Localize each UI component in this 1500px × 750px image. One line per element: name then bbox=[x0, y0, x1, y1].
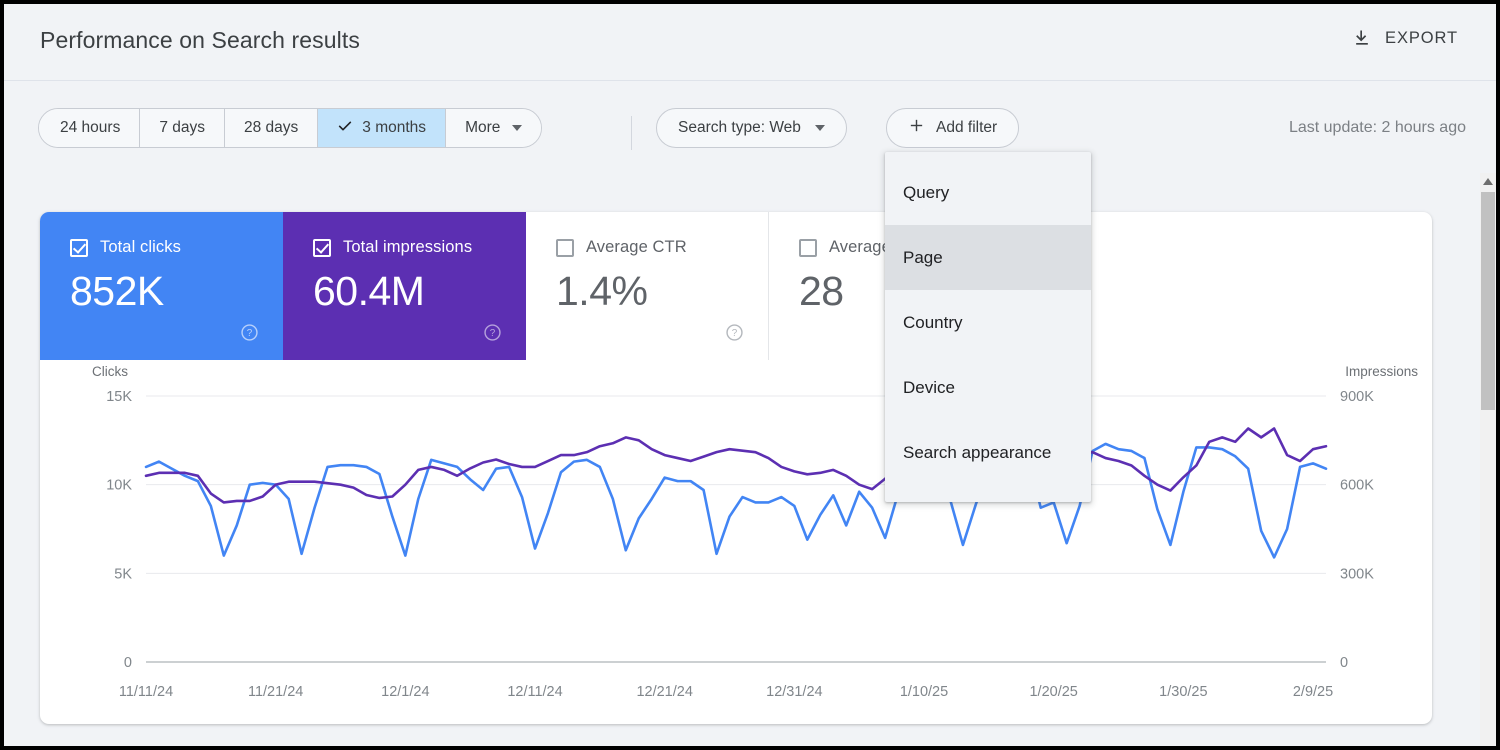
menu-item-label: Device bbox=[903, 378, 955, 398]
chart-svg: 0 0 5K 300K 10K 600K 15K 900K Clicks Impressions 1… bbox=[40, 360, 1432, 724]
scrollbar-thumb[interactable] bbox=[1481, 192, 1495, 410]
metric-card-total-impressions[interactable]: Total impressions 60.4M ? bbox=[283, 212, 526, 360]
chart-series-layer bbox=[146, 429, 1326, 558]
chevron-down-icon bbox=[815, 125, 825, 131]
svg-text:1/20/25: 1/20/25 bbox=[1029, 684, 1077, 700]
svg-text:600K: 600K bbox=[1340, 478, 1374, 494]
date-chip-label: 7 days bbox=[159, 119, 205, 137]
svg-text:10K: 10K bbox=[106, 478, 132, 494]
menu-item-label: Query bbox=[903, 183, 949, 203]
metric-card-total-clicks[interactable]: Total clicks 852K ? bbox=[40, 212, 283, 360]
performance-chart[interactable]: 0 0 5K 300K 10K 600K 15K 900K Clicks Impressions 1… bbox=[40, 360, 1432, 724]
export-label: EXPORT bbox=[1385, 29, 1458, 48]
help-icon[interactable]: ? bbox=[483, 323, 502, 342]
metric-checkbox-total-clicks[interactable] bbox=[70, 239, 88, 257]
date-chip-label: More bbox=[465, 119, 500, 137]
svg-text:11/11/24: 11/11/24 bbox=[119, 684, 173, 700]
svg-text:Impressions: Impressions bbox=[1345, 364, 1418, 379]
vertical-scrollbar[interactable] bbox=[1480, 173, 1496, 746]
menu-item-search-appearance[interactable]: Search appearance bbox=[885, 420, 1091, 485]
metric-label: Total clicks bbox=[100, 238, 181, 257]
last-update-text: Last update: 2 hours ago bbox=[1289, 119, 1466, 137]
metric-cards: Total clicks 852K ? Total impressions 60… bbox=[40, 212, 1432, 360]
help-icon[interactable]: ? bbox=[240, 323, 259, 342]
svg-text:15K: 15K bbox=[106, 389, 132, 405]
search-type-button[interactable]: Search type: Web bbox=[656, 108, 847, 148]
svg-text:12/21/24: 12/21/24 bbox=[636, 684, 692, 700]
svg-text:1/30/25: 1/30/25 bbox=[1159, 684, 1207, 700]
svg-text:Clicks: Clicks bbox=[92, 364, 128, 379]
date-chip-label: 3 months bbox=[362, 119, 426, 137]
app-frame: Performance on Search results EXPORT 24 … bbox=[4, 4, 1496, 746]
plus-icon bbox=[908, 117, 925, 139]
svg-text:?: ? bbox=[490, 328, 496, 339]
svg-text:?: ? bbox=[247, 328, 253, 339]
metric-checkbox-total-impressions[interactable] bbox=[313, 239, 331, 257]
date-chip-more[interactable]: More bbox=[446, 109, 541, 147]
add-filter-button[interactable]: Add filter bbox=[886, 108, 1019, 148]
chart-gridlines bbox=[146, 396, 1326, 662]
svg-text:12/1/24: 12/1/24 bbox=[381, 684, 429, 700]
metric-value: 60.4M bbox=[313, 270, 526, 313]
export-button[interactable]: EXPORT bbox=[1344, 23, 1466, 53]
scroll-up-arrow-icon[interactable] bbox=[1480, 173, 1496, 190]
add-filter-dropdown-menu[interactable]: Query Page Country Device Search appeara… bbox=[885, 152, 1091, 502]
svg-text:2/9/25: 2/9/25 bbox=[1293, 684, 1333, 700]
metric-label: Total impressions bbox=[343, 238, 472, 257]
menu-item-query[interactable]: Query bbox=[885, 160, 1091, 225]
check-icon bbox=[337, 118, 353, 139]
svg-text:?: ? bbox=[732, 328, 738, 339]
menu-item-label: Page bbox=[903, 248, 943, 268]
date-chip-7-days[interactable]: 7 days bbox=[140, 109, 225, 147]
menu-item-label: Country bbox=[903, 313, 963, 333]
metric-checkbox-average-ctr[interactable] bbox=[556, 239, 574, 257]
performance-panel: Total clicks 852K ? Total impressions 60… bbox=[40, 212, 1432, 724]
chart-line-impressions bbox=[146, 429, 1326, 503]
metric-value: 1.4% bbox=[556, 270, 768, 313]
menu-item-label: Search appearance bbox=[903, 443, 1051, 463]
chart-labels-layer: 0 0 5K 300K 10K 600K 15K 900K Clicks Impressions 1… bbox=[92, 364, 1418, 700]
download-icon bbox=[1352, 28, 1372, 48]
svg-text:300K: 300K bbox=[1340, 566, 1374, 582]
svg-text:11/21/24: 11/21/24 bbox=[248, 684, 303, 700]
metric-label: Average CTR bbox=[586, 238, 687, 257]
menu-item-page[interactable]: Page bbox=[885, 225, 1091, 290]
metric-value: 852K bbox=[70, 270, 283, 313]
svg-text:0: 0 bbox=[124, 655, 132, 671]
date-chip-3-months[interactable]: 3 months bbox=[318, 109, 446, 147]
toolbar-divider bbox=[631, 116, 632, 150]
date-chip-label: 24 hours bbox=[60, 119, 120, 137]
svg-text:1/10/25: 1/10/25 bbox=[900, 684, 948, 700]
metric-checkbox-average-position[interactable] bbox=[799, 239, 817, 257]
menu-item-device[interactable]: Device bbox=[885, 355, 1091, 420]
date-chip-24-hours[interactable]: 24 hours bbox=[39, 109, 140, 147]
help-icon[interactable]: ? bbox=[725, 323, 744, 342]
search-type-label: Search type: Web bbox=[678, 119, 801, 137]
page-title: Performance on Search results bbox=[40, 27, 360, 54]
page-header: Performance on Search results EXPORT bbox=[4, 4, 1496, 81]
menu-item-country[interactable]: Country bbox=[885, 290, 1091, 355]
svg-text:900K: 900K bbox=[1340, 389, 1374, 405]
svg-text:12/31/24: 12/31/24 bbox=[766, 684, 822, 700]
date-range-group: 24 hours 7 days 28 days 3 months More bbox=[38, 108, 542, 148]
date-chip-label: 28 days bbox=[244, 119, 298, 137]
svg-text:0: 0 bbox=[1340, 655, 1348, 671]
add-filter-label: Add filter bbox=[936, 119, 997, 137]
chart-line-clicks bbox=[146, 444, 1326, 557]
filter-toolbar: 24 hours 7 days 28 days 3 months More bbox=[4, 81, 1496, 173]
svg-text:5K: 5K bbox=[114, 566, 132, 582]
date-chip-28-days[interactable]: 28 days bbox=[225, 109, 318, 147]
chevron-down-icon bbox=[512, 125, 522, 131]
svg-text:12/11/24: 12/11/24 bbox=[507, 684, 562, 700]
metric-card-average-ctr[interactable]: Average CTR 1.4% ? bbox=[526, 212, 769, 360]
